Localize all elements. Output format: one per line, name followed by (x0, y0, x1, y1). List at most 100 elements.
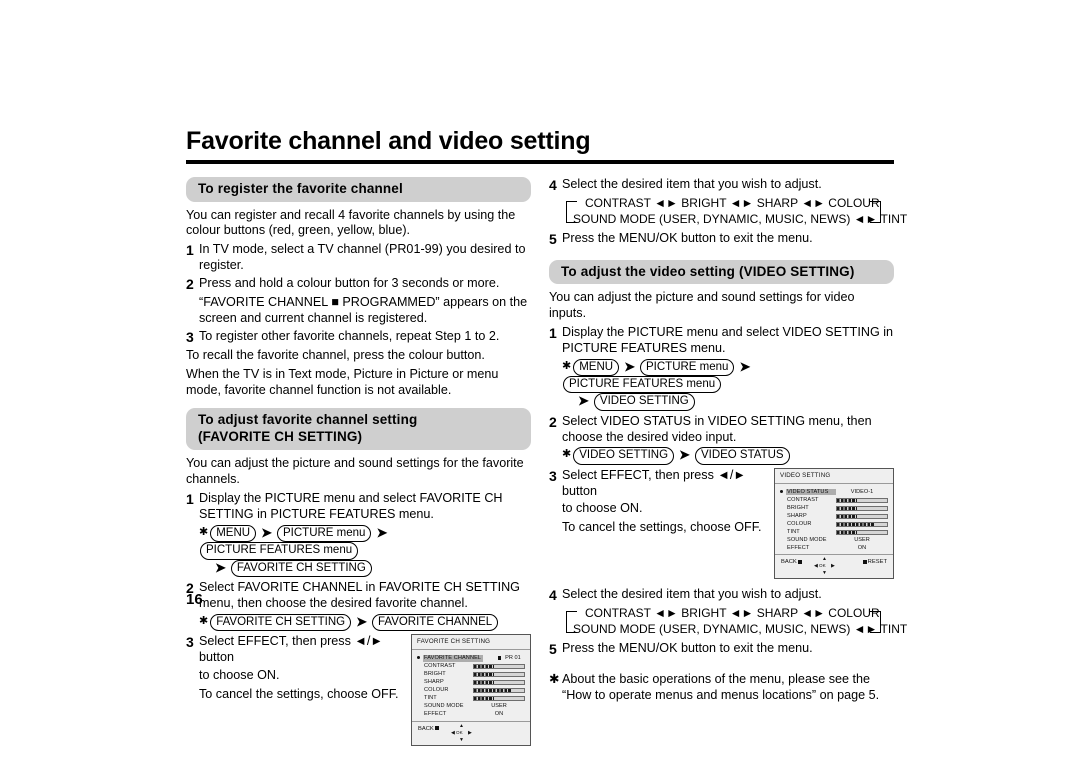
step-3-video-text-block: 3 Select EFFECT, then press ◄/► button t… (549, 468, 764, 539)
osd-level-bar[interactable] (836, 513, 888, 519)
pill-picture-features-menu-2[interactable]: PICTURE FEATURES menu (563, 375, 722, 394)
pill-picture-menu-2[interactable]: PICTURE menu (640, 358, 735, 376)
osd-row-colour[interactable]: COLOUR (780, 521, 888, 528)
osd-reset-hint[interactable]: RESET (863, 559, 887, 565)
step-3-video-line3: To cancel the settings, choose OFF. (562, 520, 762, 535)
osd-video-setting: VIDEO SETTING VIDEO STATUS VIDEO-1 CONTR… (774, 467, 894, 580)
osd-footer: BACK ▲ ◀ OK ▶ ▼ RESET (775, 554, 893, 578)
osd-row-tint[interactable]: TINT (417, 695, 525, 702)
pill-favorite-ch-setting[interactable]: FAVORITE CH SETTING (230, 559, 372, 577)
pill-picture-features-menu[interactable]: PICTURE FEATURES menu (200, 542, 359, 560)
osd-level-bar[interactable] (473, 695, 525, 702)
right-column: 4 Select the desired item that you wish … (549, 177, 907, 745)
step-2-register: 2 Press and hold a colour button for 3 s… (186, 276, 531, 293)
osd-row-bright[interactable]: BRIGHT (780, 505, 888, 512)
pill-video-setting-2[interactable]: VIDEO SETTING (573, 447, 675, 465)
pill-menu-2[interactable]: MENU (573, 358, 620, 376)
osd-row-effect[interactable]: EFFECT ON (417, 711, 525, 718)
arrow-right-icon: ➤ (215, 559, 226, 575)
osd-row-bright[interactable]: BRIGHT (417, 671, 525, 678)
pill-video-setting[interactable]: VIDEO SETTING (593, 393, 695, 411)
osd-item-label: SHARP (424, 679, 444, 686)
favorite-setting-intro: You can adjust the picture and sound set… (186, 456, 524, 487)
pill-video-status[interactable]: VIDEO STATUS (694, 447, 790, 465)
osd-item-label: TINT (424, 695, 437, 702)
osd-item-value: VIDEO-1 (850, 489, 874, 496)
pill-favorite-ch-setting-2[interactable]: FAVORITE CH SETTING (210, 613, 352, 632)
osd-level-bar[interactable] (473, 687, 525, 694)
osd-item-value: USER (854, 537, 870, 544)
section-heading-register-favorite: To register the favorite channel (186, 177, 531, 202)
osd-item-value: ON (857, 545, 867, 552)
step-text: Display the PICTURE menu and select FAVO… (199, 491, 503, 521)
osd-row-contrast[interactable]: CONTRAST (780, 497, 888, 504)
square-icon (863, 560, 867, 564)
breadcrumb-favorite-ch-setting: ✱ MENU ➤ PICTURE menu ➤PICTURE FEATURES menu… (186, 524, 531, 577)
step-3-favorite-setting: 3 Select EFFECT, then press ◄/► button (186, 634, 401, 666)
step-text: Press and hold a colour button for 3 sec… (199, 275, 500, 290)
osd-item-label: COLOUR (787, 521, 812, 528)
step-number: 3 (186, 329, 194, 346)
osd-item-label: SOUND MODE (787, 537, 827, 544)
osd-level-bar[interactable] (836, 497, 888, 503)
step-text: In TV mode, select a TV channel (PR01-99… (199, 242, 526, 273)
osd-item-label: EFFECT (787, 545, 810, 552)
arrow-right-icon: ➤ (624, 358, 635, 374)
osd-level-bar[interactable] (473, 679, 525, 686)
osd-row-sharp[interactable]: SHARP (417, 679, 525, 686)
dpad-right-icon: ▶ (468, 729, 472, 736)
osd-level-bar[interactable] (836, 529, 888, 535)
step-3-register: 3 To register other favorite channels, r… (186, 329, 531, 346)
step-3-line2: to choose ON. (199, 667, 280, 682)
osd-footer: BACK ▲ ◀ OK ▶ ▼ (412, 720, 530, 745)
square-icon (435, 726, 440, 730)
dpad-down-icon: ▼ (822, 570, 827, 577)
asterisk-icon: ✱ (199, 614, 209, 627)
footnote-text: About the basic operations of the menu, … (562, 672, 880, 702)
osd-row-favorite-channel[interactable]: FAVORITE CHANNEL PR 01 (417, 655, 525, 662)
dpad-icon: ▲ ◀ OK ▶ ▼ (813, 557, 839, 577)
step-number: 1 (186, 242, 194, 259)
step-text: Press the MENU/OK button to exit the men… (562, 231, 813, 246)
osd-row-sound-mode[interactable]: SOUND MODE USER (417, 703, 525, 710)
osd-level-bar[interactable] (473, 663, 525, 670)
footnote-block: ✱ About the basic operations of the menu… (549, 672, 894, 704)
step-text: Select the desired item that you wish to… (562, 177, 822, 192)
osd-row-colour[interactable]: COLOUR (417, 687, 525, 694)
pill-favorite-channel[interactable]: FAVORITE CHANNEL (371, 613, 499, 632)
cycle-row-1: CONTRAST ◄► BRIGHT ◄► SHARP ◄► COLOUR (585, 196, 880, 211)
dpad-right-icon: ▶ (831, 563, 835, 570)
osd-item-label: BRIGHT (787, 505, 809, 512)
step-text: Select VIDEO STATUS in VIDEO SETTING men… (562, 413, 872, 444)
osd-item-value: USER (491, 703, 507, 710)
step-1-register: 1 In TV mode, select a TV channel (PR01-… (186, 242, 531, 274)
arrow-right-icon: ➤ (356, 613, 367, 629)
adjust-item-cycle-diagram-favorite: CONTRAST ◄► BRIGHT ◄► SHARP ◄► COLOUR SO… (563, 196, 907, 228)
step-5-video-setting: 5 Press the MENU/OK button to exit the m… (549, 641, 894, 658)
osd-row-sound-mode[interactable]: SOUND MODE USER (780, 536, 888, 543)
arrow-right-icon: ➤ (376, 524, 388, 540)
page-number: 16 (186, 591, 203, 608)
pill-picture-menu[interactable]: PICTURE menu (277, 524, 372, 543)
osd-row-sharp[interactable]: SHARP (780, 513, 888, 520)
osd-row-effect[interactable]: EFFECT ON (780, 544, 888, 551)
osd-item-label: TINT (787, 529, 800, 536)
osd-level-bar[interactable] (473, 671, 525, 678)
asterisk-icon: ✱ (549, 672, 560, 687)
osd-row-video-status[interactable]: VIDEO STATUS VIDEO-1 (780, 489, 888, 496)
osd-row-tint[interactable]: TINT (780, 529, 888, 536)
osd-item-label: CONTRAST (424, 663, 456, 670)
step-text: Select EFFECT, then press ◄/► button (199, 634, 383, 664)
osd-level-bar[interactable] (836, 521, 888, 527)
osd-level-bar[interactable] (836, 505, 888, 511)
osd-row-list: VIDEO STATUS VIDEO-1 CONTRAST BRIGHT SHA… (775, 484, 893, 555)
dpad-left-icon: ◀ (451, 729, 455, 736)
step-1-video-setting: 1 Display the PICTURE menu and select VI… (549, 325, 894, 357)
step-3-with-osd: 3 Select EFFECT, then press ◄/► button t… (186, 634, 531, 746)
osd-row-contrast[interactable]: CONTRAST (417, 663, 525, 670)
asterisk-icon: ✱ (199, 525, 209, 538)
pill-menu[interactable]: MENU (210, 524, 257, 543)
step-1-favorite-setting: 1 Display the PICTURE menu and select FA… (186, 491, 531, 523)
osd-item-label: COLOUR (424, 687, 449, 694)
step-number: 1 (186, 491, 194, 508)
